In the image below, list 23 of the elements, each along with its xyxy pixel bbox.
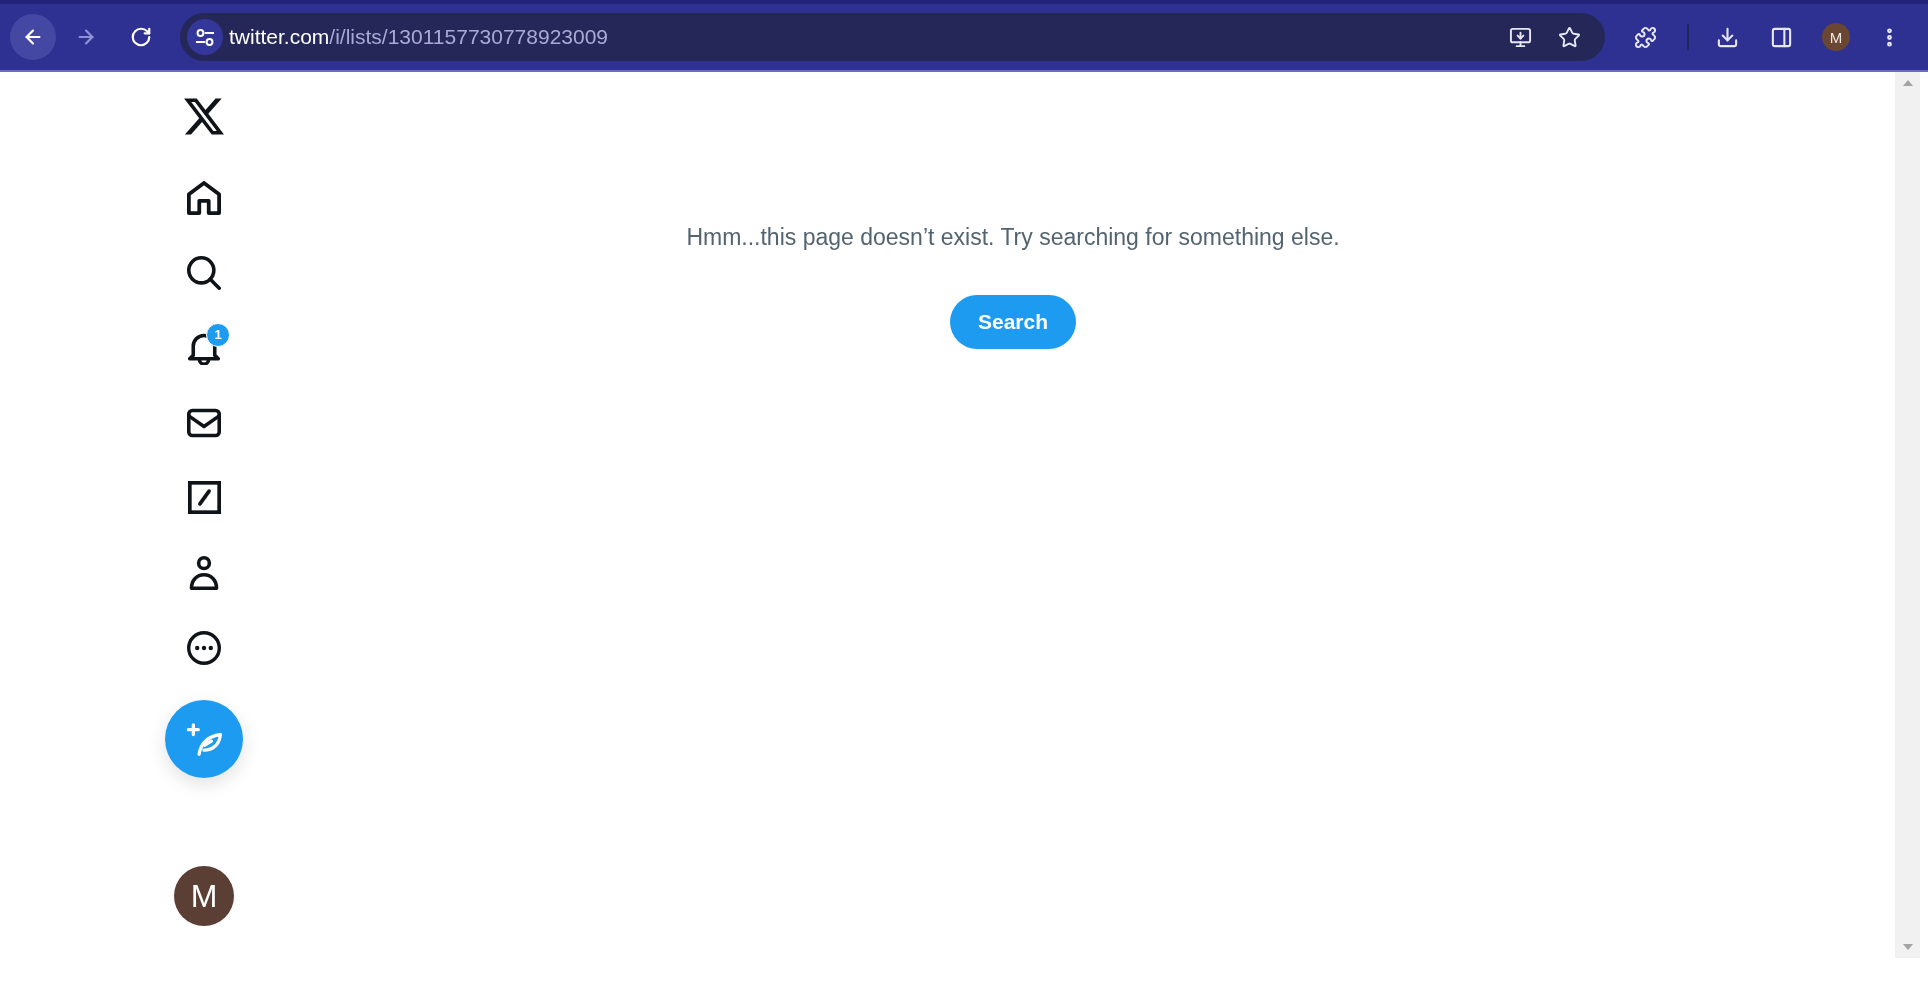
account-avatar[interactable]: M: [174, 866, 234, 926]
side-panel-icon[interactable]: [1770, 25, 1793, 49]
install-app-icon[interactable]: [1509, 25, 1532, 49]
envelope-icon[interactable]: [187, 407, 221, 438]
puzzle-icon[interactable]: [1634, 25, 1657, 49]
download-icon[interactable]: [1716, 25, 1739, 49]
search-icon[interactable]: [187, 255, 221, 290]
home-icon[interactable]: [187, 180, 221, 215]
tune-icon: [196, 28, 214, 46]
slash-square-icon[interactable]: [187, 481, 221, 514]
x-logo-icon[interactable]: [184, 98, 224, 135]
address-bar[interactable]: twitter.com/i/lists/1301157730778923009: [180, 13, 1605, 61]
toolbar-separator: [1687, 24, 1689, 50]
bookmark-star-icon[interactable]: [1558, 25, 1581, 49]
site-info-button[interactable]: [187, 19, 223, 55]
url-text: twitter.com/i/lists/1301157730778923009: [229, 24, 609, 51]
profile-avatar[interactable]: M: [1822, 23, 1850, 51]
feather-plus-icon: [186, 722, 222, 756]
more-icon[interactable]: [187, 630, 221, 665]
notification-badge: 1: [206, 322, 230, 347]
back-button[interactable]: [10, 14, 56, 60]
person-icon[interactable]: [189, 555, 219, 590]
not-found-message: Hmm...this page doesn’t exist. Try searching for something else.: [686, 223, 1340, 251]
